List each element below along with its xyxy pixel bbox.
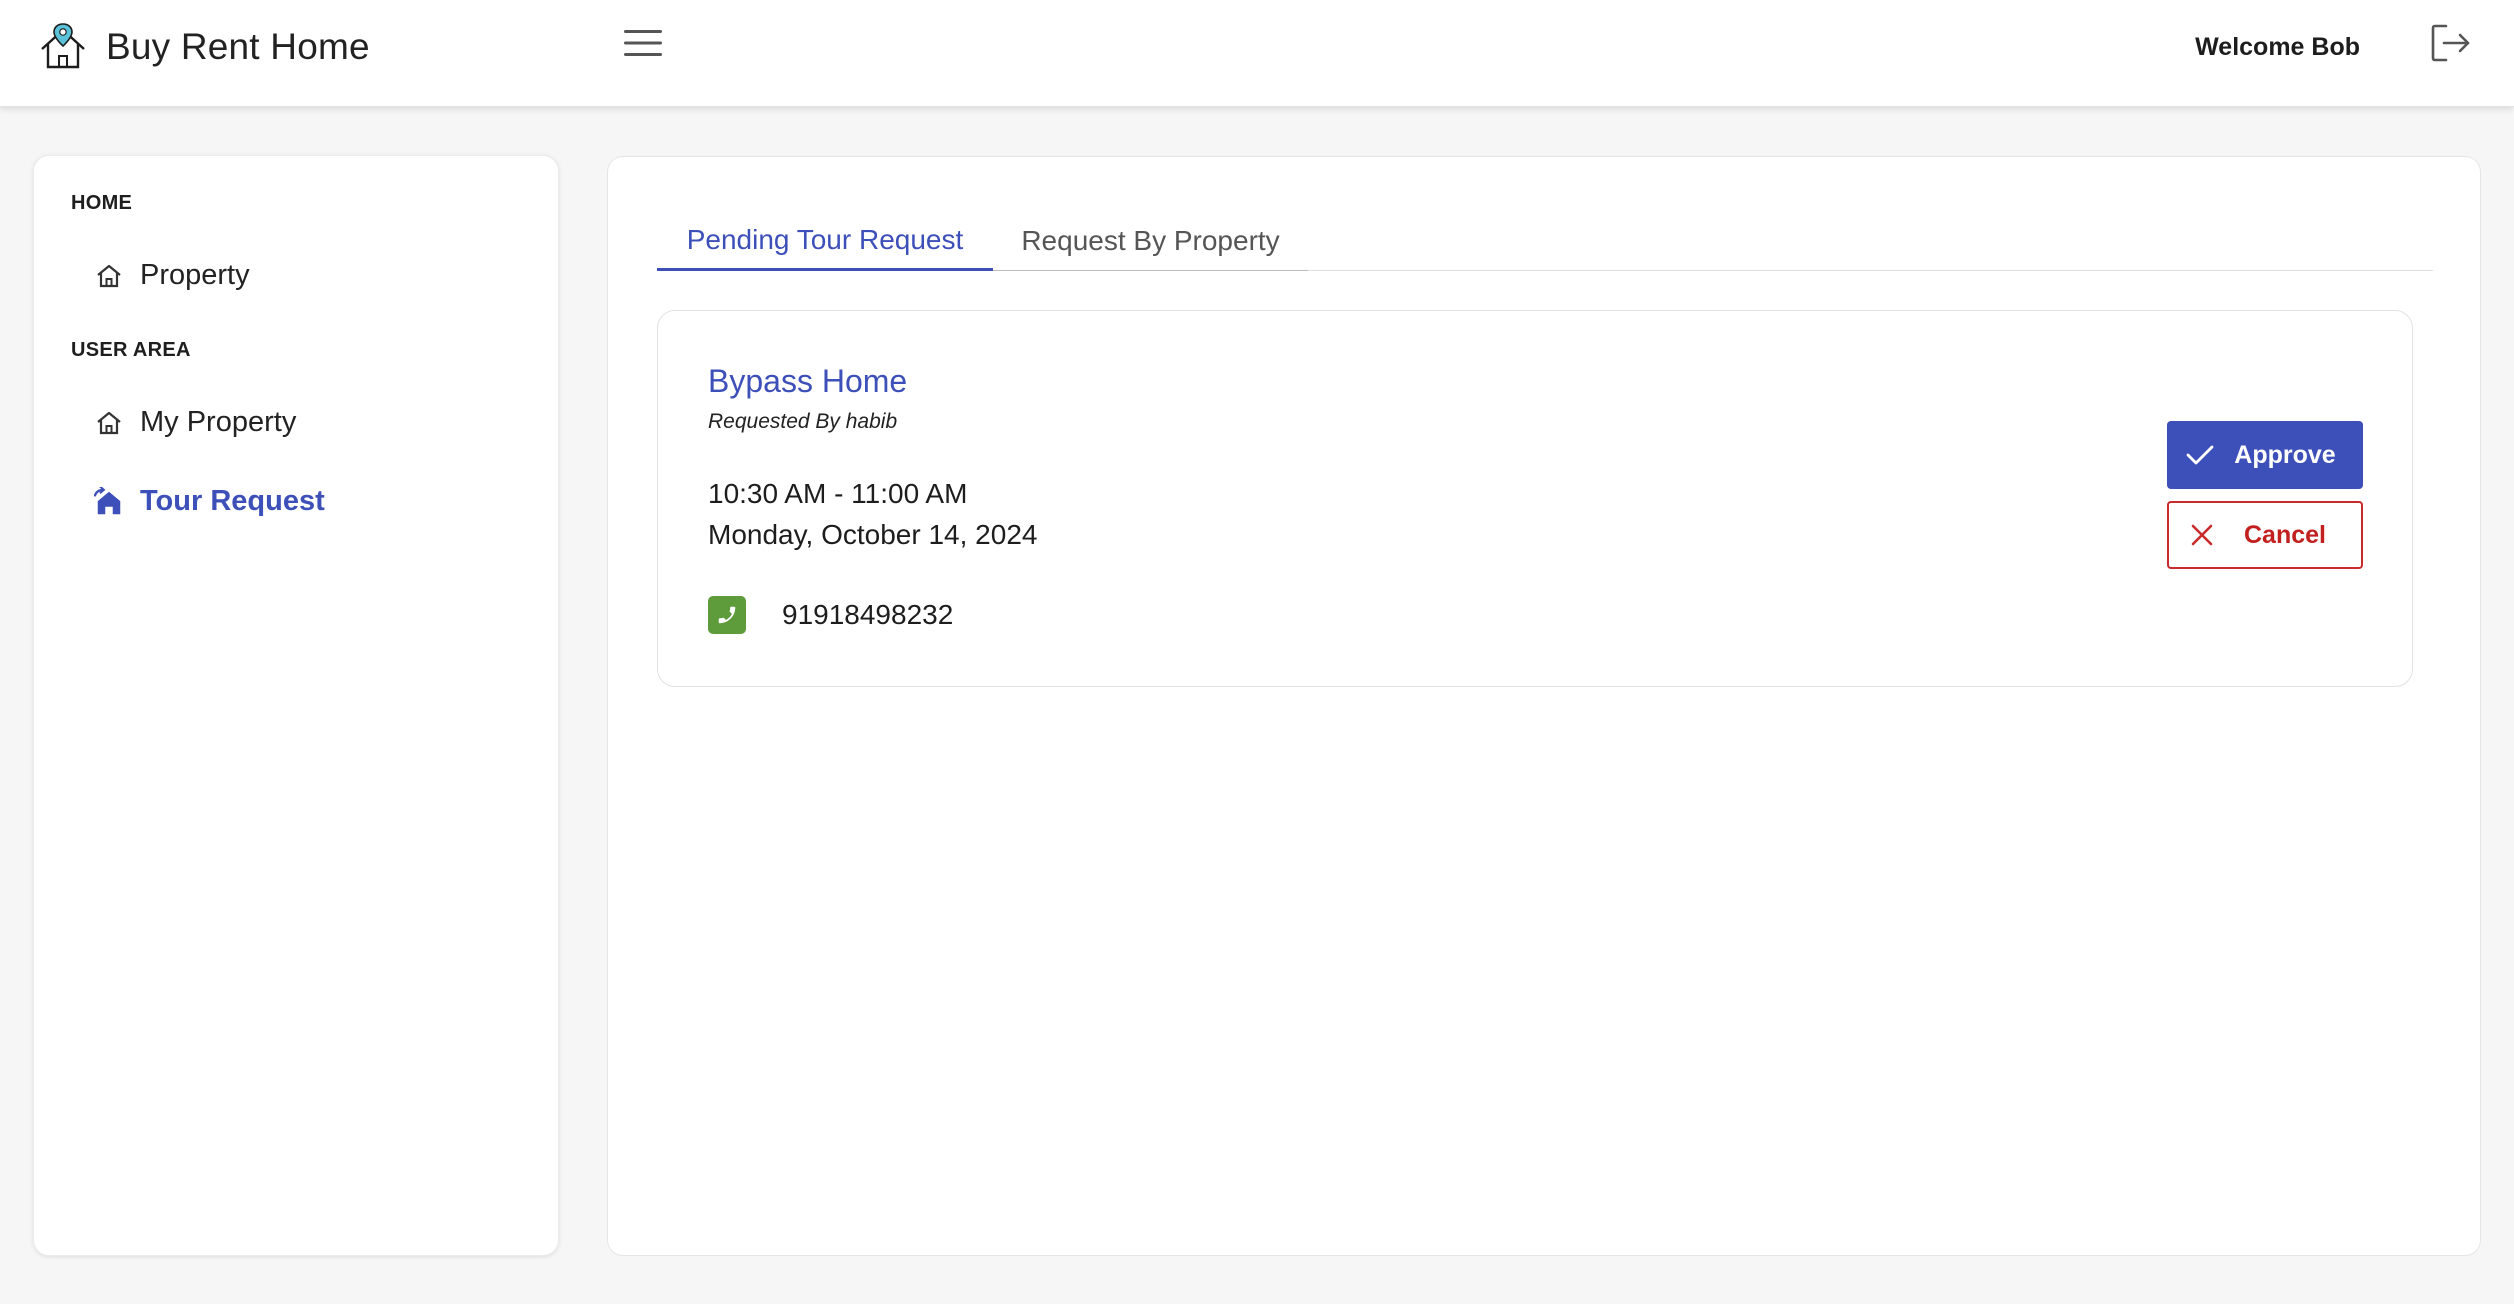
check-icon — [2183, 438, 2217, 472]
tab-label: Request By Property — [1021, 224, 1280, 256]
house-arrow-icon — [94, 486, 124, 517]
welcome-text: Welcome Bob — [2195, 33, 2360, 61]
phone-icon[interactable] — [708, 596, 746, 634]
approve-button[interactable]: Approve — [2167, 421, 2363, 489]
sidebar-item-label: Property — [140, 259, 250, 291]
home-outline-icon — [94, 408, 124, 438]
sidebar-section-home-title: HOME — [71, 192, 133, 214]
sidebar-item-label: Tour Request — [140, 485, 325, 517]
top-app-bar: Buy Rent Home Welcome Bob — [0, 0, 2514, 107]
tour-date: Monday, October 14, 2024 — [708, 519, 1038, 550]
hamburger-menu-button[interactable] — [618, 22, 668, 68]
tab-request-by-property[interactable]: Request By Property — [993, 211, 1308, 271]
sidebar-item-my-property[interactable]: My Property — [94, 406, 296, 439]
cancel-label: Cancel — [2244, 520, 2326, 549]
sidebar-section-user-area-title: USER AREA — [71, 339, 191, 361]
cancel-button[interactable]: Cancel — [2167, 501, 2363, 569]
phone-row: 91918498232 — [708, 596, 953, 634]
sidebar-item-property[interactable]: Property — [94, 259, 250, 292]
close-icon — [2185, 518, 2219, 552]
home-outline-icon — [94, 261, 124, 291]
tour-time-range: 10:30 AM - 11:00 AM — [708, 478, 968, 509]
phone-number: 91918498232 — [782, 599, 954, 630]
house-location-pin-icon — [38, 22, 88, 72]
logout-button[interactable] — [2426, 22, 2476, 68]
hamburger-menu-icon — [624, 28, 662, 63]
app-title: Buy Rent Home — [106, 26, 370, 67]
sidebar-item-tour-request[interactable]: Tour Request — [94, 485, 325, 518]
logout-icon — [2430, 23, 2472, 68]
brand[interactable]: Buy Rent Home — [38, 22, 370, 72]
sidebar-item-label: My Property — [140, 406, 297, 438]
property-name[interactable]: Bypass Home — [708, 363, 907, 400]
tab-pending-tour-request[interactable]: Pending Tour Request — [657, 211, 993, 271]
sidebar: HOME Property USER AREA My Property Tour… — [33, 155, 559, 1256]
main-panel: Pending Tour Request Request By Property… — [607, 156, 2481, 1256]
tour-request-card: Bypass Home Requested By habib 10:30 AM … — [657, 310, 2413, 687]
approve-label: Approve — [2234, 440, 2336, 469]
tab-label: Pending Tour Request — [686, 223, 964, 255]
tab-bar: Pending Tour Request Request By Property — [657, 211, 2433, 271]
requested-by: Requested By habib — [708, 410, 898, 433]
